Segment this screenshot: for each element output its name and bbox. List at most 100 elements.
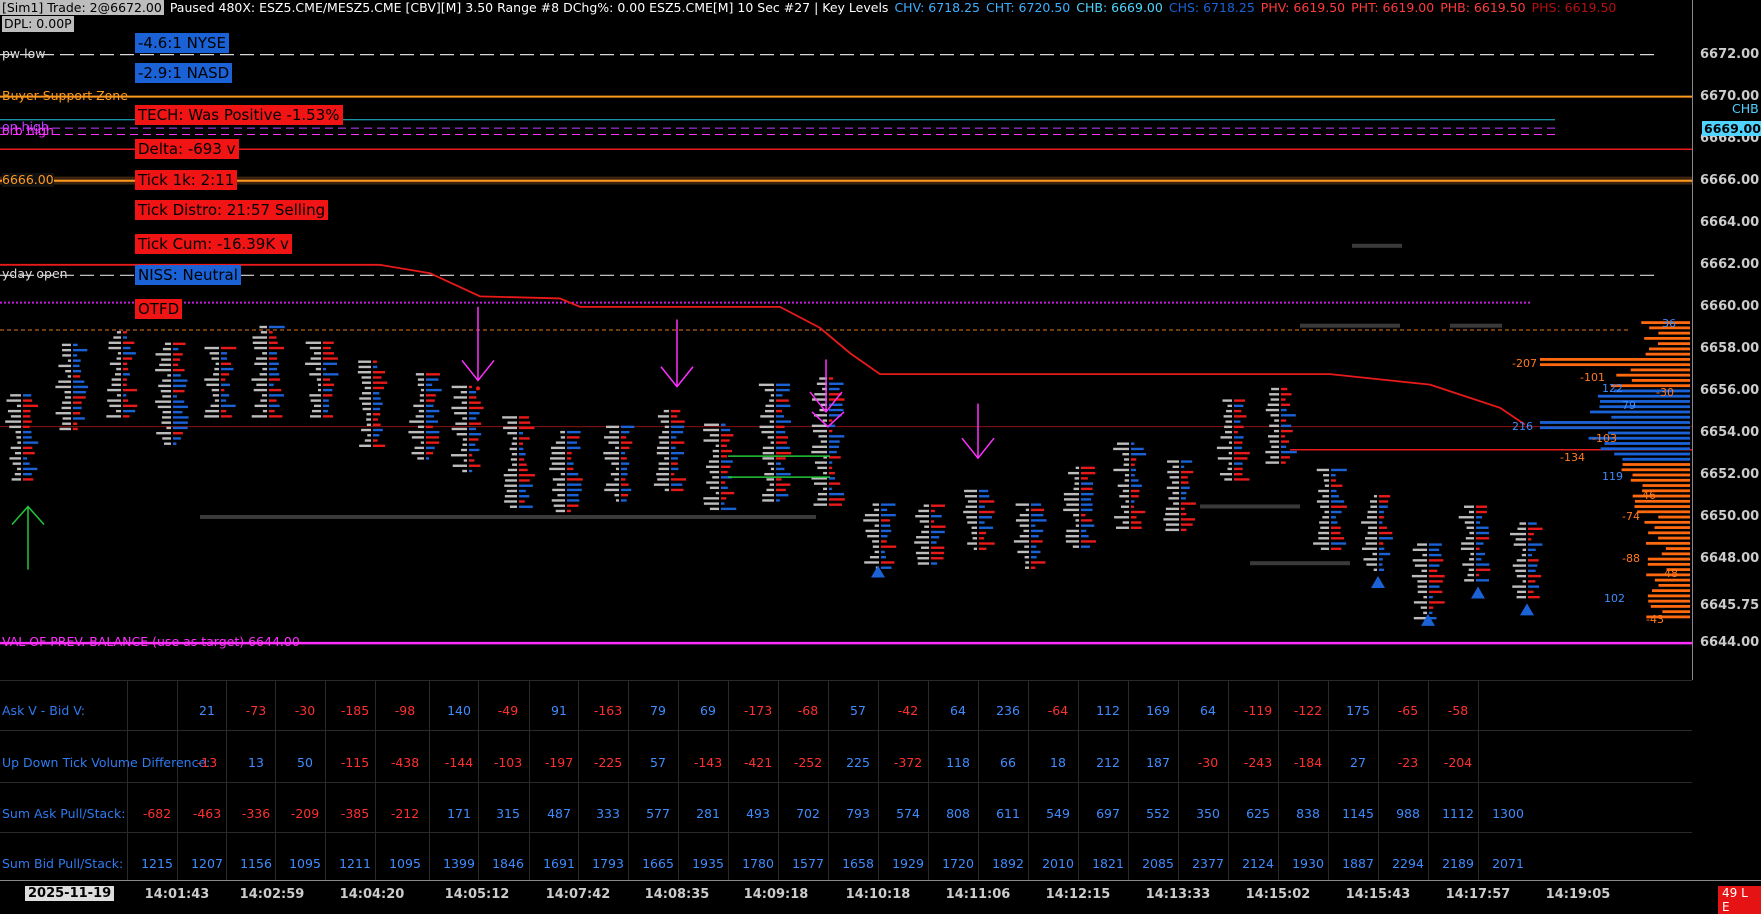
footprint-bid-12 xyxy=(614,478,619,481)
footprint-bid-20 xyxy=(1019,524,1029,527)
footprint-ask-28 xyxy=(1429,595,1433,599)
footprint-bid-24 xyxy=(1224,430,1232,434)
footprint-ask-29 xyxy=(1476,537,1490,540)
indicator-pill-6: Tick Cum: -16.39K v xyxy=(135,234,292,254)
footprint-ask-26 xyxy=(1331,537,1345,540)
footprint-ask-30 xyxy=(1528,595,1540,599)
footprint-ask-20 xyxy=(1031,519,1047,522)
profile-bar xyxy=(1630,478,1690,482)
footprint-ask-3 xyxy=(173,374,181,377)
table-cell: -682 xyxy=(142,806,172,821)
footprint-bid-8 xyxy=(415,373,424,376)
footprint-ask-9 xyxy=(469,396,477,399)
footprint-ask-3 xyxy=(173,400,185,403)
footprint-ask-18 xyxy=(931,541,937,544)
table-cell: 549 xyxy=(1046,806,1070,821)
table-cell: 1215 xyxy=(141,856,173,871)
indicator-pill-5: Tick Distro: 21:57 Selling xyxy=(135,200,329,220)
footprint-bid-9 xyxy=(454,412,467,415)
dpl-label: DPL: 0.00P xyxy=(2,16,74,32)
profile-label-11: -74 xyxy=(1622,510,1640,524)
footprint-ask-15 xyxy=(776,483,791,486)
footprint-bid-15 xyxy=(760,415,774,418)
footprint-ask-30 xyxy=(1528,574,1542,578)
footprint-ask-23 xyxy=(1181,470,1194,474)
footprint-ask-13 xyxy=(671,430,684,434)
table-cell: 1720 xyxy=(942,856,974,871)
profile-bar xyxy=(1645,352,1690,356)
footprint-ask-15 xyxy=(776,472,791,476)
price-chart[interactable] xyxy=(0,0,1692,680)
footprint-ask-5 xyxy=(269,341,278,344)
footprint-bid-23 xyxy=(1167,470,1179,474)
footprint-bid-16 xyxy=(814,393,827,396)
footprint-bid-3 xyxy=(167,374,171,377)
footprint-bid-24 xyxy=(1227,467,1232,471)
footprint-bid-15 xyxy=(762,446,774,450)
footprint-bid-12 xyxy=(615,499,619,502)
footprint-bid-19 xyxy=(964,495,977,498)
profile-label-4: -30 xyxy=(1656,386,1674,400)
footprint-bid-29 xyxy=(1460,547,1474,550)
footprint-bid-6 xyxy=(309,346,321,350)
footprint-bid-18 xyxy=(916,536,929,539)
footprint-bid-21 xyxy=(1073,513,1079,517)
footprint-ask-11 xyxy=(567,441,577,444)
footprint-ask-7 xyxy=(373,371,386,374)
footprint-ask-10 xyxy=(519,500,525,503)
footprint-ask-30 xyxy=(1528,590,1534,594)
footprint-ask-2 xyxy=(123,378,127,381)
profile-bar xyxy=(1616,373,1690,377)
footprint-bid-22 xyxy=(1122,453,1129,456)
footprint-bid-5 xyxy=(252,341,267,344)
footprint-ask-19 xyxy=(979,500,995,503)
footprint-ask-28 xyxy=(1429,601,1445,604)
footprint-ask-11 xyxy=(567,446,581,450)
footprint-bid-8 xyxy=(415,415,424,418)
footprint-ask-22 xyxy=(1131,463,1135,466)
footprint-bid-15 xyxy=(769,483,774,486)
footprint-ask-8 xyxy=(426,446,435,450)
footprint-bid-3 xyxy=(155,353,171,356)
footprint-ask-28 xyxy=(1429,590,1443,594)
footprint-bid-5 xyxy=(262,352,267,355)
footprint-ask-9 xyxy=(469,427,476,431)
footprint-bid-14 xyxy=(715,444,719,447)
footprint-ask-30 xyxy=(1528,580,1536,583)
footprint-ask-18 xyxy=(931,557,944,560)
footprint-ask-20 xyxy=(1031,524,1036,527)
profile-bar xyxy=(1540,426,1690,430)
price-tick-3: 6666.00 xyxy=(1700,172,1760,188)
footprint-bid-11 xyxy=(551,462,565,465)
footprint-bid-20 xyxy=(1025,566,1029,569)
footprint-ask-11 xyxy=(567,436,580,439)
footprint-ask-7 xyxy=(373,381,388,384)
footprint-ask-21 xyxy=(1081,513,1086,517)
footprint-bid-5 xyxy=(251,378,267,381)
profile-bar xyxy=(1658,536,1690,540)
footprint-bid-28 xyxy=(1412,559,1427,562)
footprint-ask-13 xyxy=(671,467,679,471)
footprint-bid-12 xyxy=(604,457,619,460)
footprint-ask-23 xyxy=(1181,518,1196,521)
footprint-ask-0 xyxy=(23,451,35,455)
footprint-ask-23 xyxy=(1181,502,1196,505)
table-cell: 2010 xyxy=(1042,856,1074,871)
table-cell: 1300 xyxy=(1492,806,1524,821)
footprint-ask-25 xyxy=(1281,435,1286,438)
table-cell: -115 xyxy=(340,755,370,770)
footprint-ask-12 xyxy=(621,425,635,429)
footprint-ask-1 xyxy=(73,396,86,399)
footprint-bid-26 xyxy=(1324,510,1329,514)
footprint-bid-13 xyxy=(658,467,669,471)
footprint-bid-24 xyxy=(1225,420,1232,423)
footprint-ask-6 xyxy=(323,388,333,392)
footprint-bid-28 xyxy=(1423,595,1427,599)
footprint-bid-9 xyxy=(451,385,467,389)
footprint-ask-5 xyxy=(269,409,275,413)
chart-header: [Sim1] Trade: 2@6672.00 Paused 480X: ESZ5… xyxy=(0,0,1692,16)
footprint-ask-7 xyxy=(373,407,381,411)
footprint-bid-13 xyxy=(663,409,669,413)
footprint-bid-10 xyxy=(504,500,517,503)
footprint-ask-5 xyxy=(269,378,280,381)
